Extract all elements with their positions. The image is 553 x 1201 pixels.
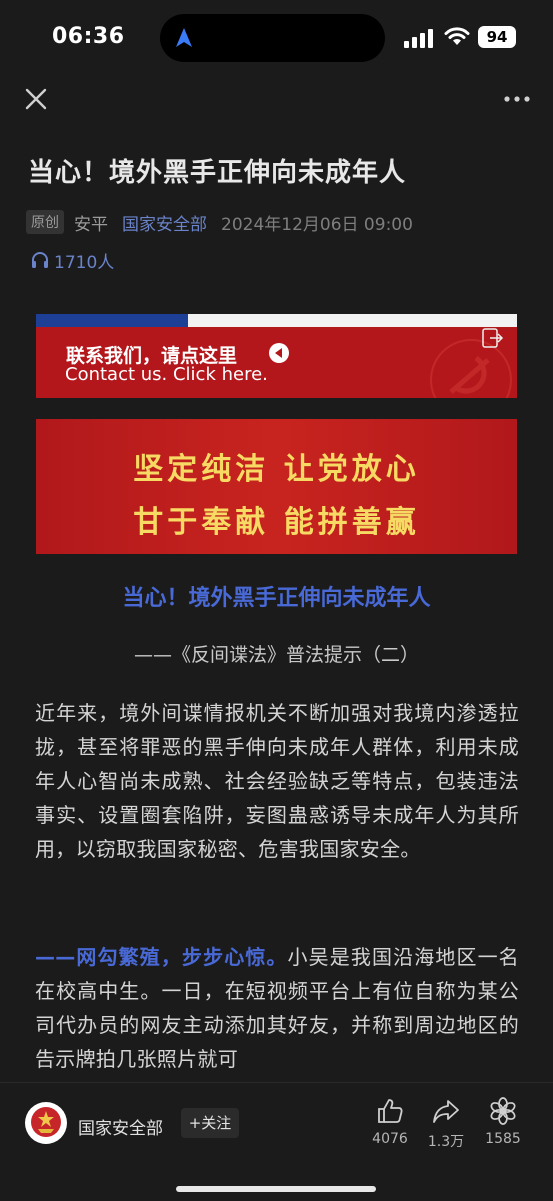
listen-count: 1710人 xyxy=(54,252,115,273)
article-meta: 原创 安平 国家安全部 2024年12月06日 09:00 xyxy=(26,209,413,235)
share-count: 1.3万 xyxy=(427,1134,465,1150)
paragraph-2-highlight: ——网勾繁殖，步步心惊。 xyxy=(35,945,288,969)
author-name: 安平 xyxy=(74,214,108,235)
article-title: 当心！境外黑手正伸向未成年人 xyxy=(28,158,407,188)
slogan-banner: 坚定纯洁 让党放心 甘于奉献 能拼善赢 xyxy=(36,419,517,554)
like-button[interactable]: 4076 xyxy=(362,1097,418,1157)
paragraph-2: ——网勾繁殖，步步心惊。小吴是我国沿海地区一名在校高中生。一日，在短视频平台上有… xyxy=(35,940,519,1082)
status-bar: 06:36 94 xyxy=(0,0,553,75)
contact-us-en: Contact us. Click here. xyxy=(65,364,268,385)
article-topbar xyxy=(0,75,553,123)
slogan-line-1: 坚定纯洁 让党放心 xyxy=(133,452,420,487)
home-indicator xyxy=(176,1186,376,1192)
recommend-count: 1585 xyxy=(485,1131,521,1147)
location-arrow-icon xyxy=(176,28,192,47)
open-external-icon[interactable] xyxy=(482,328,504,348)
article-subtitle: 当心！境外黑手正伸向未成年人 xyxy=(122,586,431,611)
share-arrow-icon xyxy=(433,1100,459,1123)
publish-date: 2024年12月06日 09:00 xyxy=(221,214,413,235)
arrow-left-circle-icon xyxy=(269,343,289,363)
recommend-button[interactable]: 1585 xyxy=(475,1097,531,1157)
more-dots-icon[interactable] xyxy=(500,85,534,113)
cellular-signal-icon xyxy=(404,29,433,48)
thumbs-up-icon xyxy=(378,1099,403,1123)
battery-indicator: 94 xyxy=(478,26,516,48)
original-badge: 原创 xyxy=(26,210,64,234)
follow-button[interactable]: +关注 xyxy=(181,1108,239,1138)
slogan-line-2: 甘于奉献 能拼善赢 xyxy=(133,505,420,540)
wifi-icon xyxy=(444,27,470,45)
share-button[interactable]: 1.3万 xyxy=(418,1097,474,1157)
mss-emblem-icon xyxy=(26,1103,66,1143)
like-count: 4076 xyxy=(372,1131,408,1147)
bottom-action-bar: 国家安全部 +关注 4076 1.3万 1585 xyxy=(0,1082,553,1201)
status-time: 06:36 xyxy=(52,24,125,49)
listen-button[interactable]: 1710人 xyxy=(30,248,115,273)
account-name[interactable]: 国家安全部 xyxy=(78,1114,163,1139)
banner-stripe-white xyxy=(188,314,517,327)
contact-us-banner[interactable]: 联系我们，请点这里 Contact us. Click here. xyxy=(36,314,517,398)
paragraph-1: 近年来，境外间谍情报机关不断加强对我境内渗透拉拢，甚至将罪恶的黑手伸向未成年人群… xyxy=(35,701,519,861)
flower-icon xyxy=(490,1097,516,1125)
source-account-link[interactable]: 国家安全部 xyxy=(122,210,207,235)
banner-stripe-blue xyxy=(36,314,188,327)
account-avatar[interactable] xyxy=(25,1102,67,1144)
headphones-icon xyxy=(32,252,48,268)
law-hint: ——《反间谍法》普法提示（二） xyxy=(133,644,419,666)
close-icon[interactable] xyxy=(22,85,50,113)
